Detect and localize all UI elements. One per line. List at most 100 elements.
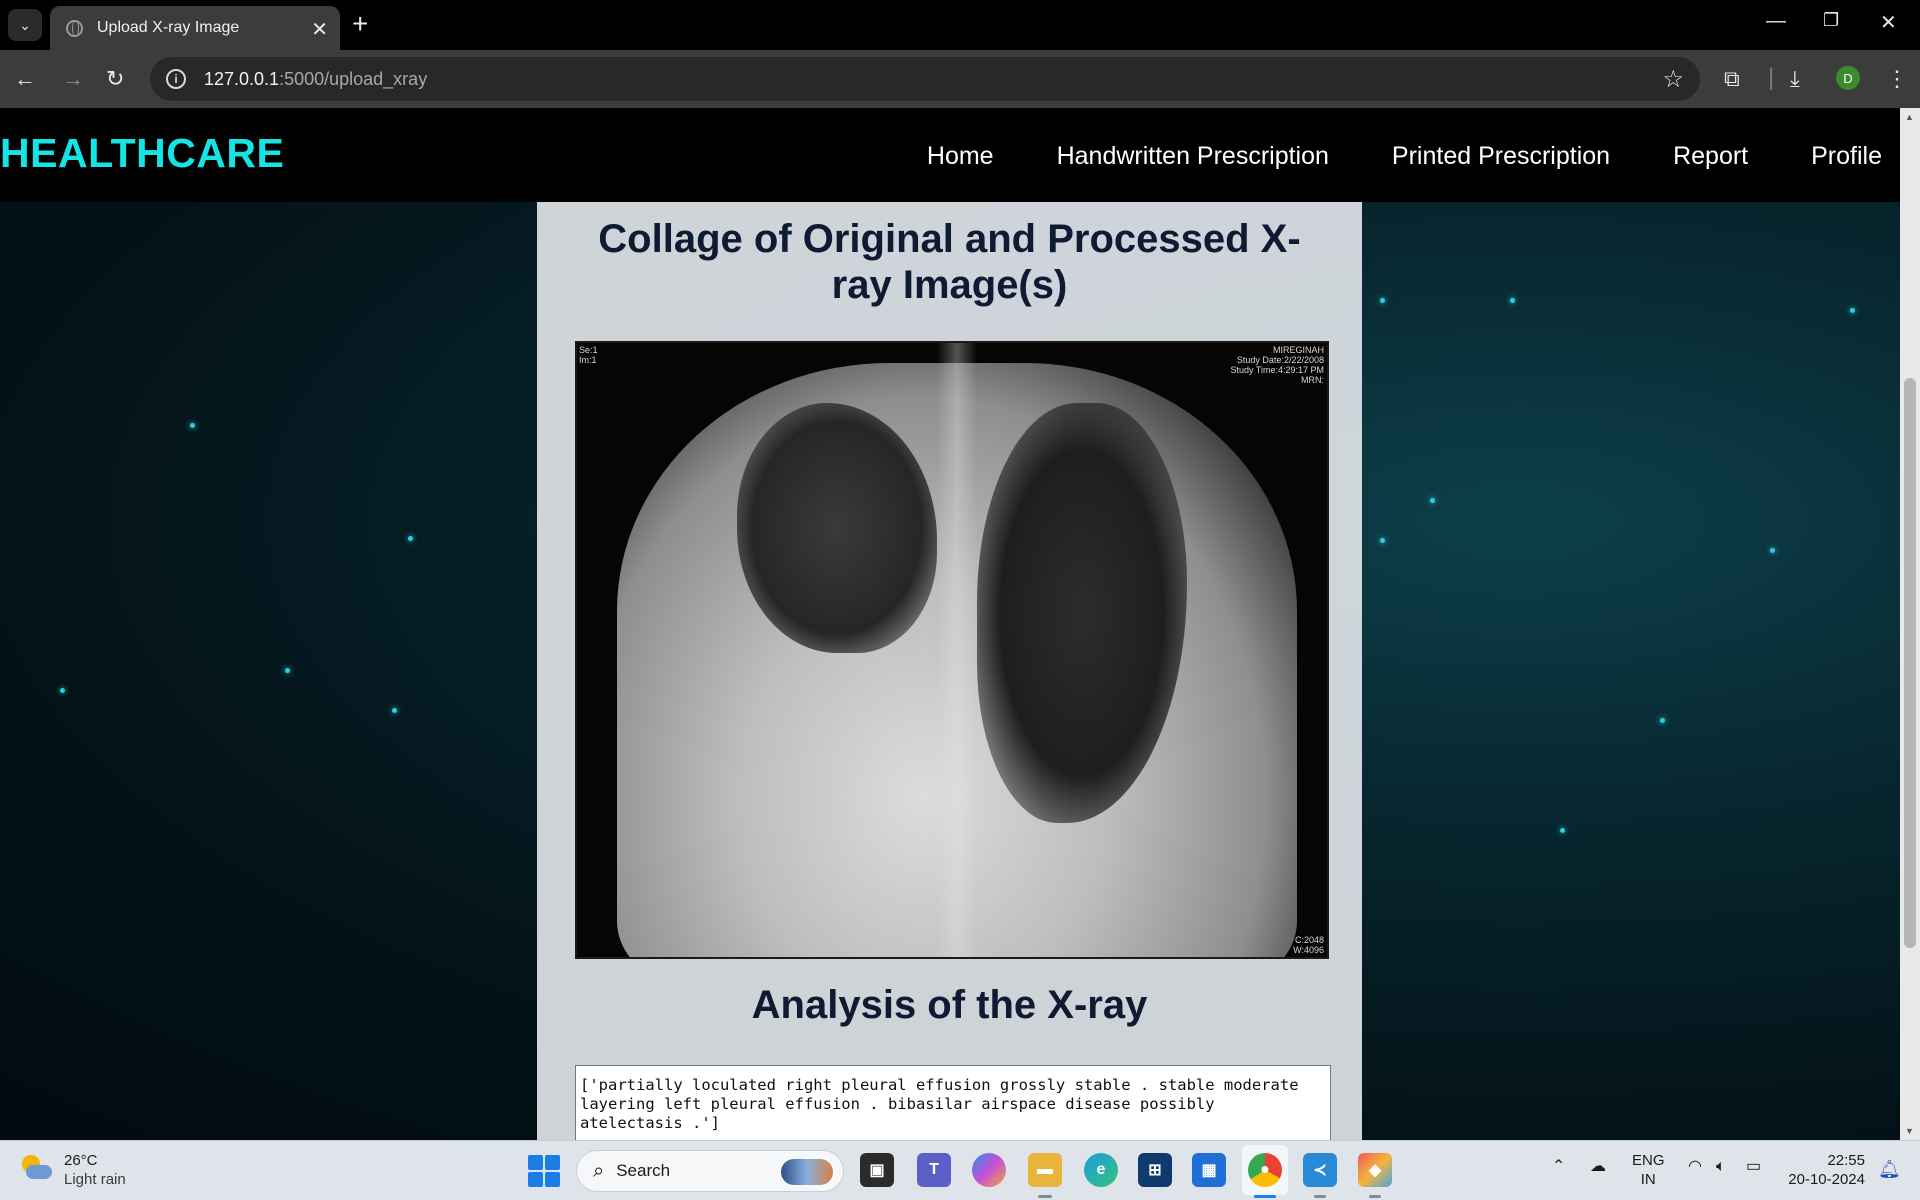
download-icon[interactable]: ⤓ [1790, 66, 1800, 92]
browser-tab[interactable]: Upload X-ray Image ✕ [50, 6, 340, 50]
analysis-heading: Analysis of the X-ray [751, 983, 1148, 1027]
paint-app-icon[interactable]: ◆ [1358, 1153, 1392, 1187]
store-app-icon[interactable]: ⊞ [1138, 1153, 1172, 1187]
particle-dot [1850, 308, 1855, 313]
xray-meta-width: W:4096 [1293, 945, 1324, 955]
running-indicator [1369, 1195, 1381, 1198]
weather-condition: Light rain [64, 1171, 126, 1188]
restore-icon[interactable]: ❐ [1823, 10, 1839, 31]
start-icon[interactable] [528, 1155, 560, 1187]
nav-report[interactable]: Report [1673, 142, 1748, 171]
search-icon: ⌕ [593, 1159, 605, 1182]
close-icon[interactable]: ✕ [311, 17, 328, 42]
page-scrollbar[interactable]: ▲ ▼ [1900, 108, 1920, 1140]
taskbar: 26°C Light rain ⌕ Search ▣ T ▬ e ⊞ ▦ ● ≺… [0, 1140, 1920, 1200]
back-icon[interactable]: ← [14, 64, 36, 94]
clock[interactable]: 22:55 20-10-2024 [1785, 1151, 1865, 1189]
url-host: 127.0.0.1 [204, 68, 280, 89]
particle-dot [408, 536, 413, 541]
plus-icon[interactable]: + [352, 10, 368, 38]
info-icon[interactable]: i [166, 69, 186, 89]
xray-meta-image: Im:1 [579, 355, 597, 365]
onedrive-icon[interactable]: ☁ [1590, 1157, 1606, 1176]
browser-tab-strip: ⌄ Upload X-ray Image ✕ + — ❐ ✕ [0, 0, 1920, 50]
xray-meta-center: C:2048 [1294, 935, 1324, 945]
page-viewport: HEALTHCARE Home Handwritten Prescription… [0, 108, 1900, 1140]
particle-dot [1660, 718, 1665, 723]
clock-time: 22:55 [1827, 1152, 1865, 1169]
scroll-up-icon[interactable]: ▲ [1905, 112, 1914, 122]
language-indicator[interactable]: ENG IN [1632, 1151, 1665, 1189]
site-nav: Home Handwritten Prescription Printed Pr… [927, 142, 1882, 171]
file-explorer-icon[interactable]: ▬ [1028, 1153, 1062, 1187]
edge-icon[interactable]: e [1084, 1153, 1118, 1187]
tab-title: Upload X-ray Image [97, 19, 240, 36]
active-indicator [1254, 1195, 1276, 1198]
particle-dot [1770, 548, 1775, 553]
battery-icon[interactable]: ▭ [1746, 1157, 1761, 1176]
xray-meta-study-time: Study Time:4:29:17 PM [1230, 365, 1324, 375]
notification-bell-icon[interactable]: 🔔︎ [1878, 1159, 1901, 1180]
clock-date: 20-10-2024 [1788, 1171, 1865, 1188]
microsoft-store-icon[interactable]: ▦ [1192, 1153, 1226, 1187]
extensions-icon[interactable]: ⧉ [1724, 66, 1740, 92]
site-logo[interactable]: HEALTHCARE [0, 130, 284, 177]
particle-dot [1380, 298, 1385, 303]
particle-dot [190, 423, 195, 428]
particle-dot [392, 708, 397, 713]
scroll-thumb[interactable] [1904, 378, 1916, 948]
running-indicator [1038, 1195, 1052, 1198]
language-code: ENG [1632, 1152, 1665, 1169]
minimize-icon[interactable]: — [1766, 10, 1786, 33]
xray-meta-bottom-right: C:2048 W:4096 [1293, 935, 1324, 955]
chevron-up-icon[interactable]: ⌃ [1552, 1157, 1565, 1176]
xray-meta-mrn: MRN: [1301, 375, 1324, 385]
scroll-down-icon[interactable]: ▼ [1905, 1126, 1914, 1136]
analysis-textarea[interactable]: ['partially loculated right pleural effu… [575, 1065, 1331, 1140]
volume-icon[interactable]: 🔈︎ [1716, 1157, 1726, 1176]
url-path: :5000/upload_xray [279, 68, 428, 89]
toolbar-divider: | [1768, 64, 1775, 91]
address-bar[interactable]: i 127.0.0.1:5000/upload_xray ☆ [150, 57, 1700, 101]
vscode-icon[interactable]: ≺ [1303, 1153, 1337, 1187]
particle-dot [60, 688, 65, 693]
particle-dot [1560, 828, 1565, 833]
chrome-icon[interactable]: ● [1248, 1153, 1282, 1187]
particle-dot [1380, 538, 1385, 543]
search-highlight-icon [781, 1159, 833, 1185]
running-indicator [1314, 1195, 1326, 1198]
xray-meta-top-right: MIREGINAH Study Date:2/22/2008 Study Tim… [1230, 345, 1324, 385]
taskbar-search[interactable]: ⌕ Search [576, 1150, 844, 1192]
reload-icon[interactable]: ↻ [106, 64, 124, 94]
search-label: Search [616, 1161, 671, 1180]
task-view-icon[interactable]: ▣ [860, 1153, 894, 1187]
collage-heading: Collage of Original and Processed X-ray … [598, 217, 1301, 307]
forward-icon[interactable]: → [62, 64, 84, 94]
wifi-icon[interactable]: ◠ [1688, 1157, 1702, 1176]
particle-dot [285, 668, 290, 673]
region-code: IN [1640, 1171, 1656, 1188]
nav-profile[interactable]: Profile [1811, 142, 1882, 171]
star-icon[interactable]: ☆ [1662, 65, 1684, 94]
teams-icon[interactable]: T [917, 1153, 951, 1187]
xray-image: Se:1 Im:1 MIREGINAH Study Date:2/22/2008… [575, 341, 1329, 959]
weather-widget[interactable]: 26°C Light rain [20, 1151, 126, 1189]
nav-printed-prescription[interactable]: Printed Prescription [1392, 142, 1610, 171]
xray-meta-study-date: Study Date:2/22/2008 [1236, 355, 1324, 365]
results-panel: Collage of Original and Processed X-ray … [537, 202, 1362, 1140]
browser-toolbar: ← → ↻ i 127.0.0.1:5000/upload_xray ☆ ⧉ |… [0, 50, 1920, 108]
window-close-icon[interactable]: ✕ [1880, 10, 1897, 35]
particle-dot [1510, 298, 1515, 303]
xray-spine [937, 343, 977, 957]
particle-dot [1430, 498, 1435, 503]
tab-list-icon[interactable]: ⌄ [8, 9, 42, 41]
xray-meta-series: Se:1 [579, 345, 598, 355]
weather-temperature: 26°C [64, 1152, 98, 1169]
nav-home[interactable]: Home [927, 142, 994, 171]
xray-meta-top-left: Se:1 Im:1 [579, 345, 598, 365]
copilot-icon[interactable] [972, 1153, 1006, 1187]
kebab-menu-icon[interactable]: ⋮ [1886, 66, 1908, 92]
nav-handwritten-prescription[interactable]: Handwritten Prescription [1057, 142, 1329, 171]
globe-icon [66, 19, 83, 37]
avatar[interactable]: D [1836, 66, 1860, 90]
